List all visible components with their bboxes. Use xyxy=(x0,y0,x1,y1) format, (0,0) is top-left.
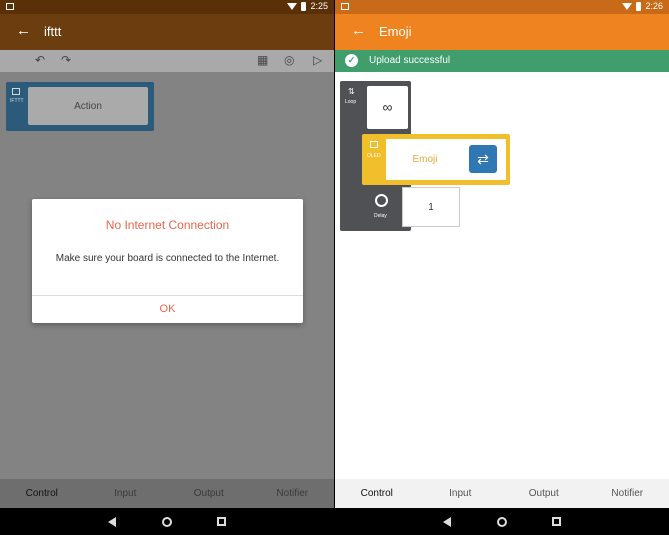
loop-label: Loop xyxy=(345,99,357,105)
no-internet-dialog: No Internet Connection Make sure your bo… xyxy=(32,199,303,323)
category-tabs: Control Input Output Notifier xyxy=(335,479,669,508)
ifttt-block[interactable]: IFTTT Action xyxy=(6,82,154,131)
delay-value-field[interactable]: 1 xyxy=(402,187,460,227)
dialog-message: Make sure your board is connected to the… xyxy=(55,253,280,264)
target-icon[interactable]: ◎ xyxy=(284,53,294,67)
page-title: Emoji xyxy=(379,24,412,39)
oled-label: OLED xyxy=(367,153,381,159)
undo-icon[interactable]: ↶ xyxy=(35,53,45,67)
tab-output[interactable]: Output xyxy=(167,479,251,508)
left-screen: 2:25 ← ifttt ↶ ↷ ▦ ◎ ▷ IFTTT Action No I… xyxy=(0,0,334,535)
tab-input[interactable]: Input xyxy=(419,479,503,508)
editor-toolbar: ↶ ↷ ▦ ◎ ▷ xyxy=(0,50,334,72)
play-icon[interactable]: ▷ xyxy=(313,53,322,67)
delay-side: Delay xyxy=(362,186,402,228)
image-notification-icon xyxy=(6,3,14,10)
oled-icon xyxy=(370,141,378,148)
ok-button[interactable]: OK xyxy=(32,296,303,323)
ifttt-icon xyxy=(12,88,20,95)
app-bar: ← Emoji xyxy=(335,14,669,50)
back-arrow-icon[interactable]: ← xyxy=(16,22,31,39)
action-slot[interactable]: Action xyxy=(28,87,148,125)
tab-control[interactable]: Control xyxy=(335,479,419,508)
emoji-field[interactable]: Emoji xyxy=(386,139,464,180)
status-bar: 2:25 xyxy=(0,0,334,14)
oled-block[interactable]: OLED Emoji ⇄ xyxy=(362,134,510,185)
system-nav-bar xyxy=(335,508,669,535)
system-nav-bar xyxy=(0,508,334,535)
battery-icon xyxy=(636,1,642,11)
system-status: 2:26 xyxy=(622,1,663,11)
nav-back-icon[interactable] xyxy=(108,517,116,527)
battery-icon xyxy=(301,1,307,11)
upload-message: Upload successful xyxy=(369,55,451,66)
clock-icon xyxy=(375,194,388,207)
wifi-icon xyxy=(287,2,298,10)
status-time: 2:26 xyxy=(645,1,663,11)
shuffle-icon[interactable]: ⇄ xyxy=(469,145,497,173)
block-label: IFTTT xyxy=(10,98,24,104)
delay-label: Delay xyxy=(374,213,387,219)
tab-notifier[interactable]: Notifier xyxy=(251,479,335,508)
right-screen: 2:26 ← Emoji ✓ Upload successful ⇅ Loop … xyxy=(335,0,669,535)
redo-icon[interactable]: ↷ xyxy=(61,53,71,67)
tab-control[interactable]: Control xyxy=(0,479,84,508)
nav-home-icon[interactable] xyxy=(497,517,507,527)
check-circle-icon: ✓ xyxy=(345,54,358,67)
page-title: ifttt xyxy=(44,24,62,39)
dialog-title: No Internet Connection xyxy=(105,218,230,232)
nav-recents-icon[interactable] xyxy=(217,517,226,526)
status-bar: 2:26 xyxy=(335,0,669,14)
app-bar: ← ifttt xyxy=(0,14,334,50)
nav-home-icon[interactable] xyxy=(162,517,172,527)
category-tabs: Control Input Output Notifier xyxy=(0,479,334,508)
tab-output[interactable]: Output xyxy=(502,479,586,508)
image-notification-icon xyxy=(341,3,349,10)
loop-count-field[interactable]: ∞ xyxy=(367,86,408,129)
loop-icon: ⇅ xyxy=(348,87,355,96)
system-status: 2:25 xyxy=(287,1,328,11)
delay-block[interactable]: Delay 1 xyxy=(362,186,460,228)
save-icon[interactable]: ▦ xyxy=(257,53,268,67)
upload-banner: ✓ Upload successful xyxy=(335,50,669,72)
nav-back-icon[interactable] xyxy=(443,517,451,527)
back-arrow-icon[interactable]: ← xyxy=(351,22,366,39)
nav-recents-icon[interactable] xyxy=(552,517,561,526)
tab-input[interactable]: Input xyxy=(84,479,168,508)
wifi-icon xyxy=(622,2,633,10)
status-time: 2:25 xyxy=(310,1,328,11)
tab-notifier[interactable]: Notifier xyxy=(586,479,669,508)
